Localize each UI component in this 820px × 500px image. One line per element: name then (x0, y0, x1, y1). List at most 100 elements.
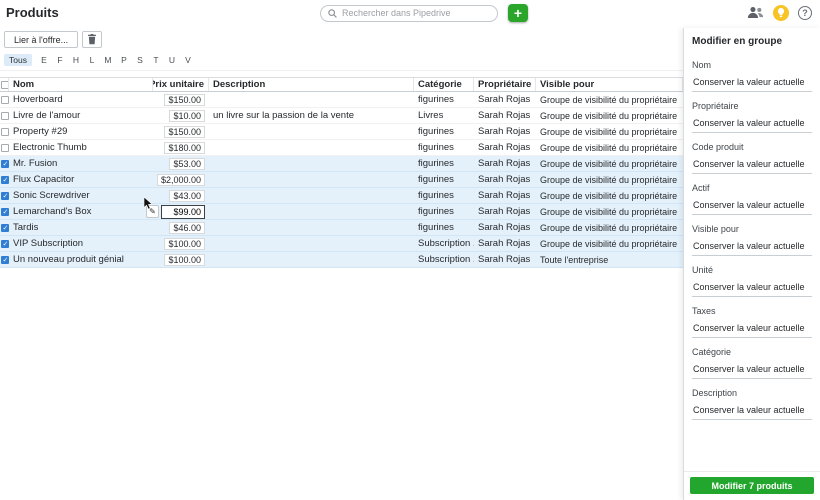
column-header-name[interactable]: Nom (9, 78, 153, 91)
visible-cell: Groupe de visibilité du propriétaire (536, 236, 683, 251)
bulk-select-nom[interactable]: Conserver la valeur actuelle (692, 74, 812, 92)
bulk-field-code-produit: Code produit Conserver la valeur actuell… (692, 142, 812, 174)
column-header-category[interactable]: Catégorie (414, 78, 474, 91)
delete-button[interactable] (82, 31, 102, 48)
product-name[interactable]: Property #29 (9, 124, 153, 139)
bulk-field-nom: Nom Conserver la valeur actuelle (692, 60, 812, 92)
description-cell (209, 156, 414, 171)
field-label: Code produit (692, 142, 812, 152)
alpha-filter-all[interactable]: Tous (4, 54, 32, 66)
alpha-filter-p[interactable]: P (116, 55, 132, 65)
row-checkbox[interactable] (1, 112, 9, 120)
table-row[interactable]: Sonic Screwdriver $43.00 figurines Sarah… (0, 188, 683, 204)
price-cell[interactable]: $100.00 (164, 238, 205, 250)
column-header-visible[interactable]: Visible pour (536, 78, 683, 91)
owner-cell: Sarah Rojas (474, 220, 536, 235)
alpha-filter-m[interactable]: M (100, 55, 116, 65)
table-row[interactable]: Flux Capacitor $2,000.00 figurines Sarah… (0, 172, 683, 188)
column-header-owner[interactable]: Propriétaire (474, 78, 536, 91)
row-checkbox[interactable] (1, 96, 9, 104)
edit-pencil-icon[interactable]: ✎ (146, 205, 159, 218)
owner-cell: Sarah Rojas (474, 124, 536, 139)
bulk-select-categorie[interactable]: Conserver la valeur actuelle (692, 361, 812, 379)
category-cell: Subscription ... (414, 252, 474, 267)
price-cell[interactable]: $53.00 (169, 158, 205, 170)
alpha-filter-v[interactable]: V (180, 55, 196, 65)
bulk-select-unite[interactable]: Conserver la valeur actuelle (692, 279, 812, 297)
help-icon[interactable]: ? (798, 6, 812, 20)
row-checkbox[interactable] (1, 224, 9, 232)
search-input[interactable] (342, 8, 490, 18)
product-name[interactable]: Lemarchand's Box (9, 204, 153, 219)
bulk-select-code-produit[interactable]: Conserver la valeur actuelle (692, 156, 812, 174)
row-checkbox[interactable] (1, 192, 9, 200)
product-name[interactable]: Flux Capacitor (9, 172, 153, 187)
price-cell[interactable]: $46.00 (169, 222, 205, 234)
description-cell (209, 124, 414, 139)
table-row[interactable]: Lemarchand's Box ✎ figurines Sarah Rojas… (0, 204, 683, 220)
description-cell (209, 172, 414, 187)
price-cell[interactable]: $2,000.00 (157, 174, 205, 186)
suggestions-lightbulb-icon[interactable] (773, 5, 789, 21)
table-row[interactable]: Mr. Fusion $53.00 figurines Sarah Rojas … (0, 156, 683, 172)
price-cell[interactable]: $100.00 (164, 254, 205, 266)
price-cell[interactable]: $150.00 (164, 94, 205, 106)
table-row[interactable]: Livre de l'amour $10.00 un livre sur la … (0, 108, 683, 124)
row-checkbox[interactable] (1, 256, 9, 264)
table-row[interactable]: Tardis $46.00 figurines Sarah Rojas Grou… (0, 220, 683, 236)
price-cell[interactable]: $10.00 (169, 110, 205, 122)
product-name[interactable]: Hoverboard (9, 92, 153, 107)
price-cell[interactable]: $43.00 (169, 190, 205, 202)
global-search[interactable] (320, 5, 498, 22)
row-checkbox[interactable] (1, 240, 9, 248)
bulk-select-description[interactable]: Conserver la valeur actuelle (692, 402, 812, 420)
select-all-checkbox[interactable] (1, 81, 9, 89)
price-cell[interactable]: $180.00 (164, 142, 205, 154)
bulk-select-actif[interactable]: Conserver la valeur actuelle (692, 197, 812, 215)
link-to-deal-button[interactable]: Lier à l'offre... (4, 31, 78, 48)
visible-cell: Groupe de visibilité du propriétaire (536, 140, 683, 155)
owner-cell: Sarah Rojas (474, 156, 536, 171)
product-name[interactable]: VIP Subscription (9, 236, 153, 251)
table-row[interactable]: Un nouveau produit génial $100.00 Subscr… (0, 252, 683, 268)
users-icon[interactable] (747, 6, 764, 19)
product-name[interactable]: Un nouveau produit génial (9, 252, 153, 267)
quick-add-button[interactable]: + (508, 4, 528, 22)
product-name[interactable]: Livre de l'amour (9, 108, 153, 123)
trash-icon (87, 34, 97, 45)
list-toolbar: Lier à l'offre... (0, 26, 683, 51)
row-checkbox[interactable] (1, 208, 9, 216)
field-label: Visible pour (692, 224, 812, 234)
row-checkbox[interactable] (1, 176, 9, 184)
product-name[interactable]: Tardis (9, 220, 153, 235)
bulk-field-unite: Unité Conserver la valeur actuelle (692, 265, 812, 297)
alpha-filter-s[interactable]: S (132, 55, 148, 65)
table-row[interactable]: Hoverboard $150.00 figurines Sarah Rojas… (0, 92, 683, 108)
row-checkbox[interactable] (1, 160, 9, 168)
page-title: Produits (6, 5, 59, 20)
alpha-filter-u[interactable]: U (164, 55, 180, 65)
bulk-submit-button[interactable]: Modifier 7 produits (690, 477, 814, 494)
alpha-filter-e[interactable]: E (36, 55, 52, 65)
product-name[interactable]: Sonic Screwdriver (9, 188, 153, 203)
alpha-filter-l[interactable]: L (84, 55, 100, 65)
category-cell: figurines (414, 188, 474, 203)
product-name[interactable]: Electronic Thumb (9, 140, 153, 155)
product-name[interactable]: Mr. Fusion (9, 156, 153, 171)
table-row[interactable]: Electronic Thumb $180.00 figurines Sarah… (0, 140, 683, 156)
price-edit-input[interactable] (161, 205, 205, 219)
row-checkbox[interactable] (1, 144, 9, 152)
row-checkbox[interactable] (1, 128, 9, 136)
bulk-select-visible-pour[interactable]: Conserver la valeur actuelle (692, 238, 812, 256)
column-header-price[interactable]: Prix unitaire (153, 78, 209, 91)
alpha-filter-h[interactable]: H (68, 55, 84, 65)
alpha-filter-t[interactable]: T (148, 55, 164, 65)
price-cell[interactable]: $150.00 (164, 126, 205, 138)
alpha-filter-f[interactable]: F (52, 55, 68, 65)
column-header-description[interactable]: Description (209, 78, 414, 91)
table-row[interactable]: VIP Subscription $100.00 Subscription ..… (0, 236, 683, 252)
bulk-select-taxes[interactable]: Conserver la valeur actuelle (692, 320, 812, 338)
bulk-select-proprietaire[interactable]: Conserver la valeur actuelle (692, 115, 812, 133)
alphabet-filter: Tous E F H L M P S T U V (0, 51, 683, 71)
table-row[interactable]: Property #29 $150.00 figurines Sarah Roj… (0, 124, 683, 140)
